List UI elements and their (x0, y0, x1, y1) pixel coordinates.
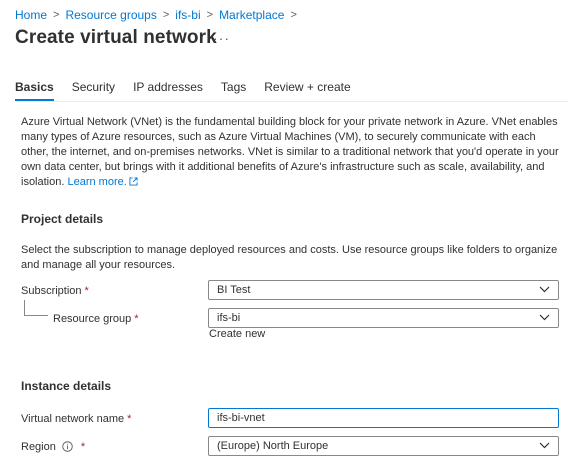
resource-group-select[interactable]: ifs-bi (208, 308, 559, 328)
required-marker: * (84, 285, 89, 297)
breadcrumb-resource-groups[interactable]: Resource groups (65, 8, 156, 22)
breadcrumb-marketplace[interactable]: Marketplace (219, 8, 284, 22)
tree-connector (24, 315, 48, 316)
info-icon[interactable] (62, 441, 73, 455)
breadcrumb-separator: > (162, 9, 170, 21)
required-marker: * (80, 441, 86, 453)
tab-security[interactable]: Security (72, 80, 115, 101)
region-label: Region * (21, 441, 85, 455)
learn-more-label: Learn more. (67, 176, 127, 188)
tree-connector (24, 300, 25, 316)
chevron-down-icon (539, 312, 550, 324)
vnet-name-label: Virtual network name * (21, 413, 131, 425)
project-details-heading: Project details (21, 212, 104, 226)
page-title: Create virtual network (15, 27, 217, 48)
breadcrumb-separator: > (53, 9, 60, 21)
resource-group-value: ifs-bi (217, 312, 241, 324)
tab-ip-addresses[interactable]: IP addresses (133, 80, 203, 101)
vnet-name-input[interactable] (208, 408, 559, 428)
breadcrumb-home[interactable]: Home (15, 8, 47, 22)
project-details-description: Select the subscription to manage deploy… (21, 244, 558, 271)
resource-group-label-text: Resource group (53, 313, 132, 325)
required-marker: * (127, 413, 132, 425)
subscription-select[interactable]: BI Test (208, 280, 559, 300)
breadcrumb-resource-group[interactable]: ifs-bi (175, 8, 200, 22)
tab-tags[interactable]: Tags (221, 80, 246, 101)
region-value: (Europe) North Europe (217, 440, 329, 452)
resource-group-label: Resource group * (53, 313, 139, 325)
tab-divider (15, 101, 568, 102)
subscription-label: Subscription * (21, 285, 89, 297)
region-select[interactable]: (Europe) North Europe (208, 436, 559, 456)
breadcrumb-separator: > (290, 9, 297, 21)
subscription-label-text: Subscription (21, 285, 82, 297)
instance-details-heading: Instance details (21, 379, 112, 393)
tab-review-create[interactable]: Review + create (264, 80, 350, 101)
create-new-link[interactable]: Create new (209, 328, 265, 340)
tab-bar: Basics Security IP addresses Tags Review… (15, 80, 369, 101)
breadcrumb: Home > Resource groups > ifs-bi > Market… (15, 8, 303, 22)
subscription-value: BI Test (217, 284, 251, 296)
tab-basics[interactable]: Basics (15, 80, 54, 101)
learn-more-link[interactable]: Learn more. (67, 176, 138, 191)
intro-text: Azure Virtual Network (VNet) is the fund… (21, 115, 561, 191)
region-label-text: Region (21, 441, 56, 453)
external-link-icon (129, 176, 138, 191)
chevron-down-icon (539, 284, 550, 296)
required-marker: * (134, 313, 139, 325)
chevron-down-icon (539, 440, 550, 452)
more-options-button[interactable]: ··· (213, 30, 230, 46)
breadcrumb-separator: > (206, 9, 214, 21)
vnet-name-label-text: Virtual network name (21, 413, 125, 425)
